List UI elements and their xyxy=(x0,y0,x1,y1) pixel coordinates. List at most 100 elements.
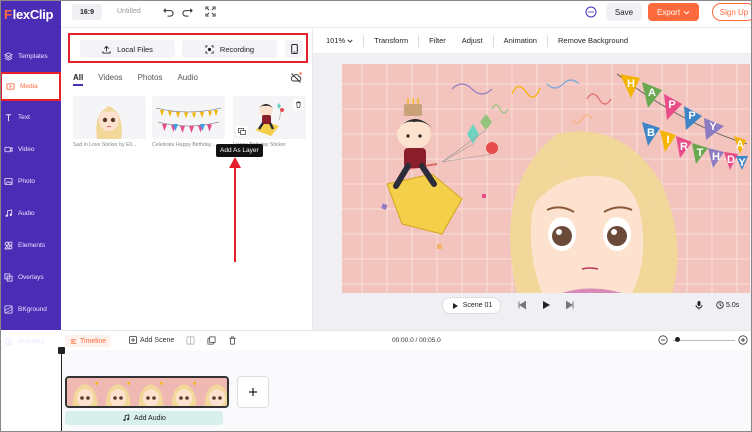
media-item-thumbnail[interactable] xyxy=(152,96,225,139)
export-button[interactable]: Export xyxy=(648,3,699,21)
sidebar-item-media[interactable]: Media xyxy=(0,72,61,101)
zoom-dropdown[interactable]: 101% xyxy=(313,36,361,45)
sidebar-item-label: Photo xyxy=(18,177,35,185)
banner-letter: H xyxy=(712,151,720,163)
scene-label: Scene 01 xyxy=(462,302,493,309)
tab-photos[interactable]: Photos xyxy=(138,73,163,86)
animation-button[interactable]: Animation xyxy=(496,36,545,45)
cloud-off-icon[interactable] xyxy=(290,72,302,84)
banner-letter: A xyxy=(648,87,656,99)
timeline-label: Timeline xyxy=(80,337,107,345)
skip-forward-icon[interactable] xyxy=(565,300,575,310)
add-clip-button[interactable] xyxy=(237,376,269,408)
divider xyxy=(363,34,365,47)
banner-letter: A xyxy=(736,139,744,151)
export-button-label: Export xyxy=(656,7,681,17)
zoom-in-icon[interactable] xyxy=(738,335,748,345)
banner-letter: D xyxy=(727,154,735,166)
media-item-thumbnail[interactable] xyxy=(73,96,146,139)
sidebar-item-label: Video xyxy=(18,145,35,153)
redo-icon[interactable] xyxy=(182,6,193,17)
sidebar-item-label: Elements xyxy=(18,241,46,249)
zoom-value: 101% xyxy=(326,36,346,45)
fullscreen-icon[interactable] xyxy=(205,6,216,17)
add-audio-button[interactable]: Add Audio xyxy=(65,411,223,425)
recording-button[interactable]: Recording xyxy=(182,40,277,58)
clock-icon xyxy=(716,301,724,309)
player-controls: Scene 01 5.0s xyxy=(313,295,752,319)
zoom-slider-handle[interactable] xyxy=(675,337,680,342)
adjust-button[interactable]: Adjust xyxy=(454,36,491,45)
banner-letter: T xyxy=(697,147,704,159)
sidebar-item-label: Templates xyxy=(18,52,48,60)
zoom-out-icon[interactable] xyxy=(658,335,668,345)
playhead[interactable] xyxy=(58,347,65,432)
tab-all[interactable]: All xyxy=(73,73,84,86)
filter-button[interactable]: Filter xyxy=(421,36,454,45)
sidebar-item-photo[interactable]: Photo xyxy=(0,165,61,197)
video-canvas[interactable]: H A P P Y B I R T H D A Y xyxy=(342,64,750,293)
local-files-button[interactable]: Local Files xyxy=(80,40,175,58)
media-filter-tabs: All Videos Photos Audio xyxy=(73,73,198,86)
tab-videos[interactable]: Videos xyxy=(98,73,122,86)
add-scene-label: Add Scene xyxy=(140,336,175,344)
delete-item-button[interactable] xyxy=(293,99,303,109)
banner-letter: Y xyxy=(709,121,717,133)
sidebar-item-video[interactable]: Video xyxy=(0,133,61,165)
scene-duration[interactable]: 5.0s xyxy=(716,301,739,309)
signup-button[interactable]: Sign Up xyxy=(712,3,752,21)
skip-back-icon[interactable] xyxy=(517,300,527,310)
scene-clip[interactable] xyxy=(65,376,229,408)
duplicate-icon[interactable] xyxy=(207,336,216,345)
play-icon[interactable] xyxy=(541,300,551,310)
sidebar-item-bkground[interactable]: BKground xyxy=(0,293,61,325)
tab-audio[interactable]: Audio xyxy=(177,73,197,86)
phone-upload-button[interactable] xyxy=(285,40,303,58)
clip-filmstrip xyxy=(67,378,227,406)
sidebar-item-label: Audio xyxy=(18,209,35,217)
duration-value: 5.0s xyxy=(726,301,740,309)
zoom-slider-track[interactable] xyxy=(673,340,735,341)
divider xyxy=(546,34,548,47)
media-item-label: Celebrate Happy Birthday... xyxy=(152,142,216,148)
undo-icon[interactable] xyxy=(163,6,174,17)
sidebar-item-templates[interactable]: Templates xyxy=(0,40,61,72)
scene-artwork: H A P P Y B I R T H D A Y xyxy=(342,64,750,293)
sidebar-item-branding[interactable]: Branding xyxy=(0,325,61,357)
logo-text: lexClip xyxy=(12,6,54,22)
transform-button[interactable]: Transform xyxy=(366,36,416,45)
add-as-layer-button[interactable] xyxy=(236,126,247,136)
record-icon xyxy=(205,44,214,54)
sidebar-item-text[interactable]: Text xyxy=(0,101,61,133)
media-item-thumbnail[interactable] xyxy=(233,96,306,139)
scene-play-button[interactable]: Scene 01 xyxy=(442,297,501,314)
sidebar: FlexClip Templates Media Text Video Phot… xyxy=(0,0,61,345)
flexclip-logo[interactable]: FlexClip xyxy=(0,0,61,28)
music-note-icon xyxy=(123,414,130,422)
add-scene-button[interactable]: Add Scene xyxy=(129,336,174,344)
sidebar-item-elements[interactable]: Elements xyxy=(0,229,61,261)
banner-letter: Y xyxy=(738,157,746,169)
background-icon xyxy=(4,304,13,314)
aspect-ratio-button[interactable]: 16:9 xyxy=(72,4,102,20)
media-icon xyxy=(6,83,15,90)
sidebar-item-overlays[interactable]: Overlays xyxy=(0,261,61,293)
timeline-toggle[interactable]: Timeline xyxy=(65,335,112,347)
sidebar-item-label: BKground xyxy=(18,305,47,313)
playhead-handle[interactable] xyxy=(58,347,65,354)
sidebar-item-label: Branding xyxy=(18,337,45,345)
timeline-icon xyxy=(70,338,77,344)
sidebar-item-audio[interactable]: Audio xyxy=(0,197,61,229)
save-button[interactable]: Save xyxy=(606,3,642,21)
chat-icon[interactable] xyxy=(585,6,597,18)
microphone-icon[interactable] xyxy=(694,300,704,310)
trash-icon[interactable] xyxy=(228,336,237,345)
project-title[interactable]: Untitled xyxy=(117,8,141,15)
top-bar: 16:9 Untitled Save Export Sign Up xyxy=(61,0,752,28)
banner-letter: P xyxy=(688,110,695,122)
remove-background-button[interactable]: Remove Background xyxy=(550,36,636,45)
divider xyxy=(492,34,494,47)
media-item-label: Sad in Love Sticker by Ell... xyxy=(73,142,137,148)
banner-letter: B xyxy=(647,127,655,139)
split-icon[interactable] xyxy=(186,336,195,345)
